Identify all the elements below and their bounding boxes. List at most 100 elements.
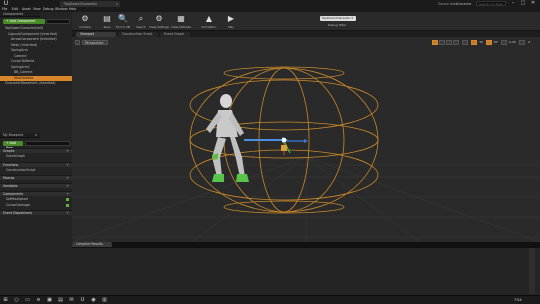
rotation-snap-icon[interactable] (486, 40, 492, 45)
toolbar: ⚙ Compile ▤ Save 🔍 Find in CB ⌕ Search ⚙ Class Se… (72, 12, 540, 31)
add-new-button[interactable]: + Add New (3, 141, 23, 150)
store-icon[interactable]: ▤ (57, 297, 64, 304)
list-item-label: ConstructionScript (6, 167, 36, 172)
scale-snap-value[interactable]: 0.25 (508, 40, 517, 45)
tree-item-label: SpringArm1 (11, 64, 30, 69)
tree-item-label: CapsuleComponent (Inherited) (8, 31, 58, 36)
list-item[interactable]: SetMaxSpeed (0, 197, 72, 202)
viewport-options-button[interactable] (75, 40, 80, 45)
category-header[interactable]: Components + (0, 191, 72, 196)
tree-item-label: CharacterMovement (Inherited) (5, 81, 56, 85)
camera-speed-value[interactable]: 4 (526, 40, 532, 45)
tree-item[interactable]: SpringArm1 (0, 65, 72, 70)
visibility-icon[interactable] (66, 203, 69, 207)
class-defaults-icon: ▦ (177, 14, 185, 23)
category-header[interactable]: Macros + (0, 175, 72, 180)
tree-item-label: ArrowComponent (Inherited) (11, 37, 57, 41)
search-icon[interactable]: ○ (13, 297, 20, 304)
close-tab-icon[interactable]: x (35, 133, 37, 138)
search-icon: ⌕ (138, 14, 144, 23)
search-help-input[interactable]: Search For Help (476, 1, 506, 6)
tree-item[interactable]: ArrowComponent (Inherited) (0, 37, 72, 42)
tree-item[interactable]: CharacterMovement (Inherited) (0, 81, 72, 86)
chrome-icon[interactable]: ◉ (90, 297, 97, 304)
select-mode-icon[interactable] (432, 40, 438, 45)
add-icon[interactable]: + (66, 176, 69, 181)
scale-icon[interactable] (453, 40, 459, 45)
taskbar-clock[interactable]: 7:54 (514, 297, 522, 304)
mail-icon[interactable]: ✉ (68, 297, 75, 304)
tree-item[interactable]: SpringArm (0, 48, 72, 53)
tree-item[interactable]: MiniCamera (0, 75, 72, 81)
components-tab[interactable]: Components (0, 12, 40, 17)
compile-icon: ⚙ (81, 14, 89, 23)
maximize-button[interactable]: □ (518, 0, 528, 7)
tree-item-label: SpringArm (11, 48, 28, 52)
debug-object-select[interactable]: TopDownCharacter ▾ (320, 16, 356, 21)
list-item-label: SetMaxSpeed (6, 197, 28, 201)
category-label: Graphs (3, 149, 15, 153)
toolbar-button-label: Class Defaults (171, 25, 191, 29)
scale-snap-icon[interactable] (501, 40, 507, 45)
viewport[interactable]: Perspective 10 10° 0.25 4 (72, 37, 540, 242)
component-search-input[interactable] (46, 19, 70, 24)
viewport-toolbar: 10 10° 0.25 4 (432, 40, 536, 45)
compiler-scrollbar[interactable] (529, 248, 535, 294)
grid-snap-icon[interactable] (471, 40, 477, 45)
toolbar-class-settings-button[interactable]: ⚙ Class Settings (148, 12, 170, 31)
tree-item[interactable]: CursorToWorld (0, 59, 72, 64)
category-header[interactable]: Variables + (0, 183, 72, 188)
toolbar-class-defaults-button[interactable]: ▦ Class Defaults (170, 12, 192, 31)
rotation-snap-value[interactable]: 10° (493, 40, 499, 45)
play-icon: ▶ (227, 14, 235, 23)
category-header[interactable]: Functions + (0, 161, 72, 167)
add-icon[interactable]: + (66, 211, 69, 216)
minimize-button[interactable]: – (508, 0, 518, 7)
taskbar: ⊞ ○ ▭ e ▣ ▤ ✉ U ◉ ▥ 7:54 (0, 295, 540, 304)
list-item[interactable]: ConstructionScript (0, 168, 72, 173)
perspective-button[interactable]: Perspective (82, 40, 108, 45)
tree-item-label: BB_Camera (14, 70, 33, 74)
tree-item[interactable]: BB_Camera (0, 70, 72, 75)
tree-item[interactable]: CapsuleComponent (Inherited) (0, 32, 72, 37)
camera-speed-icon[interactable] (519, 40, 525, 45)
rotate-icon[interactable] (446, 40, 452, 45)
ue-icon[interactable]: U (79, 297, 86, 304)
category-header[interactable]: Event Dispatchers + (0, 210, 72, 215)
close-window-button[interactable]: ✕ (528, 0, 538, 7)
edge-icon[interactable]: e (35, 297, 42, 304)
tree-item-label: CursorToWorld (11, 59, 34, 63)
document-tab-label: TopDownCharacter (64, 2, 98, 6)
task-view-icon[interactable]: ▭ (24, 297, 31, 304)
my-blueprint-tab[interactable]: My Blueprint x (0, 133, 40, 138)
tree-item-label: Camera (14, 53, 27, 58)
blueprint-search-input[interactable] (25, 141, 70, 146)
start-icon[interactable]: ⊞ (2, 297, 9, 304)
category-header[interactable]: Graphs + (0, 148, 72, 153)
category-label: Variables (3, 184, 18, 188)
category-label: Components (3, 192, 24, 196)
simulation-icon: ▲ (205, 14, 213, 23)
tree-item[interactable]: Mesh (Inherited) (0, 43, 72, 48)
list-item[interactable]: CursorDamage (0, 203, 72, 208)
transform-gizmo[interactable] (281, 137, 308, 155)
photos-icon[interactable]: ▥ (101, 297, 108, 304)
add-icon[interactable]: + (66, 184, 69, 189)
grid-snap-value[interactable]: 10 (478, 40, 484, 45)
tree-item[interactable]: Camera (0, 54, 72, 59)
title-bar: U TopDownCharacter x Source data Charact… (0, 0, 540, 7)
viewport-scene[interactable] (72, 37, 540, 242)
explorer-icon[interactable]: ▣ (46, 297, 53, 304)
tree-item[interactable]: TopDownCharacter(self) (0, 26, 72, 31)
list-item[interactable]: EventGraph (0, 154, 72, 159)
tree-item-label: MiniCamera (14, 75, 34, 80)
toolbar-play-button[interactable]: ▶ Play (220, 12, 242, 31)
category-label: Functions (3, 162, 19, 167)
toolbar-compile-button[interactable]: ⚙ Compile (74, 12, 96, 31)
toolbar-simulation-button[interactable]: ▲ Simulation (198, 12, 220, 31)
visibility-icon[interactable] (66, 198, 69, 201)
translate-icon[interactable] (439, 40, 445, 45)
add-component-button[interactable]: + Add Component (3, 19, 45, 24)
save-icon: ▤ (103, 14, 111, 23)
world-local-icon[interactable] (462, 40, 468, 45)
